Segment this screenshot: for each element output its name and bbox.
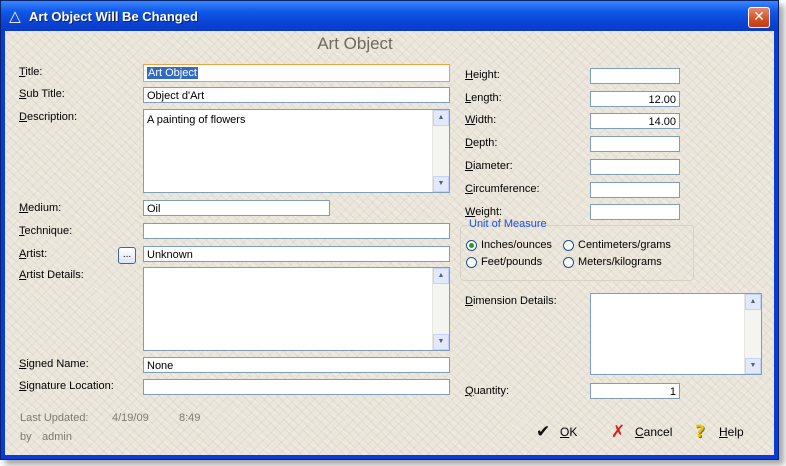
- artist-details-scrollbar[interactable]: ▲ ▼: [432, 268, 449, 350]
- dimension-details-scrollbar[interactable]: ▲ ▼: [744, 294, 761, 374]
- artist-details-textarea[interactable]: ▲ ▼: [143, 267, 450, 351]
- weight-label: Weight:: [465, 206, 503, 218]
- unit-of-measure-group: Unit of Measure Inches/ounces Centimeter…: [460, 218, 694, 281]
- help-button[interactable]: ? Help: [695, 422, 750, 442]
- height-input[interactable]: [590, 68, 680, 84]
- depth-input[interactable]: [590, 136, 680, 152]
- scroll-down-icon[interactable]: ▼: [433, 334, 449, 350]
- cancel-button[interactable]: ✗ Cancel: [611, 422, 681, 442]
- description-textarea[interactable]: A painting of flowers ▲ ▼: [143, 109, 450, 193]
- scroll-up-icon[interactable]: ▲: [433, 268, 449, 284]
- artist-input[interactable]: Unknown: [143, 246, 450, 262]
- scroll-down-icon[interactable]: ▼: [433, 176, 449, 192]
- signature-location-input[interactable]: [143, 379, 450, 395]
- diameter-input[interactable]: [590, 159, 680, 175]
- title-bar[interactable]: △ Art Object Will Be Changed ✕: [1, 1, 778, 31]
- subtitle-input[interactable]: Object d'Art: [143, 87, 450, 103]
- description-label: Description:: [19, 111, 78, 123]
- quantity-label: Quantity:: [465, 385, 510, 397]
- circumference-label: Circumference:: [465, 183, 540, 195]
- scroll-up-icon[interactable]: ▲: [433, 110, 449, 126]
- technique-input[interactable]: [143, 223, 450, 239]
- circumference-input[interactable]: [590, 182, 680, 198]
- description-text: A painting of flowers: [147, 114, 246, 126]
- scroll-down-icon[interactable]: ▼: [745, 358, 761, 374]
- dialog-window: △ Art Object Will Be Changed ✕ Art Objec…: [0, 0, 779, 460]
- width-label: Width:: [465, 114, 497, 126]
- unit-of-measure-title: Unit of Measure: [469, 218, 547, 230]
- length-input[interactable]: 12.00: [590, 91, 680, 107]
- dimension-details-label: Dimension Details:: [465, 295, 557, 307]
- last-updated-label: Last Updated:: [20, 412, 89, 424]
- scroll-up-icon[interactable]: ▲: [745, 294, 761, 310]
- signature-location-label: Signature Location:: [19, 380, 114, 392]
- ok-button[interactable]: ✔ OK: [536, 422, 586, 442]
- quantity-input[interactable]: 1: [590, 383, 680, 399]
- last-updated-time: 8:49: [179, 412, 201, 424]
- signed-name-label: Signed Name:: [19, 358, 89, 370]
- radio-unselected-icon: [563, 240, 574, 251]
- updated-by-user: admin: [42, 431, 72, 443]
- diameter-label: Diameter:: [465, 160, 513, 172]
- triangle-app-icon: △: [9, 7, 21, 25]
- height-label: Height:: [465, 69, 500, 81]
- technique-label: Technique:: [19, 225, 73, 237]
- updated-by-label: by: [20, 431, 32, 443]
- description-scrollbar[interactable]: ▲ ▼: [432, 110, 449, 192]
- medium-label: Medium:: [19, 202, 62, 214]
- checkmark-icon: ✔: [536, 422, 551, 442]
- close-button[interactable]: ✕: [748, 7, 770, 28]
- artist-label: Artist:: [19, 248, 48, 260]
- medium-input[interactable]: Oil: [143, 200, 330, 216]
- length-label: Length:: [465, 92, 502, 104]
- window-title: Art Object Will Be Changed: [29, 9, 198, 24]
- dialog-body: Art Object Title: Sub Title: Description…: [5, 31, 774, 455]
- radio-unselected-icon: [466, 257, 477, 268]
- title-input[interactable]: Art Object: [143, 64, 450, 82]
- weight-input[interactable]: [590, 204, 680, 220]
- radio-unselected-icon: [563, 257, 574, 268]
- red-x-icon: ✗: [611, 422, 626, 442]
- last-updated-date: 4/19/09: [112, 412, 149, 424]
- depth-label: Depth:: [465, 137, 498, 149]
- width-input[interactable]: 14.00: [590, 113, 680, 129]
- dimension-details-textarea[interactable]: ▲ ▼: [590, 293, 762, 375]
- title-label: Title:: [19, 66, 43, 78]
- page-title: Art Object: [317, 34, 393, 53]
- artist-browse-button[interactable]: ...: [118, 247, 136, 264]
- question-mark-icon: ?: [695, 422, 705, 442]
- artist-details-label: Artist Details:: [19, 269, 84, 281]
- signed-name-input[interactable]: None: [143, 357, 450, 373]
- radio-selected-icon: [466, 240, 477, 251]
- subtitle-label: Sub Title:: [19, 88, 65, 100]
